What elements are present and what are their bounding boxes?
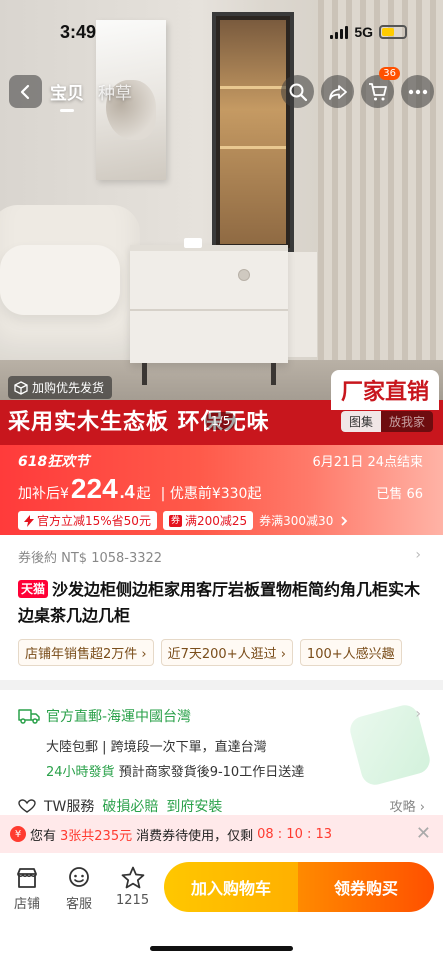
price-row: 加补后¥ 224 .4 起 | 优惠前¥330起 (18, 473, 261, 505)
shipping-header: 官方直郵-海運中國台灣 (18, 706, 191, 726)
price-main: 224 (70, 473, 118, 504)
lightning-icon (24, 514, 34, 527)
star-icon (121, 866, 144, 889)
reminder-count: 3张共235元 (60, 828, 133, 844)
coupon-threshold-label: 满200减25 (184, 514, 248, 528)
shipping-eta: 預計商家發貨後9-10工作日送達 (118, 765, 305, 780)
home-indicator (150, 946, 293, 951)
reminder-middle: 消费券待使用，仅剩 (136, 828, 254, 844)
tab-item[interactable]: 宝贝 (50, 79, 84, 112)
ticket-icon: 券 (168, 514, 182, 527)
battery-icon (379, 25, 407, 39)
tab-seed[interactable]: 种草 (98, 79, 132, 104)
priority-shipping-tag: 加购优先发货 (8, 376, 113, 399)
store-stat-chips: 店铺年销售超2万件 › 近7天200+人逛过 › 100+人感兴趣 (18, 639, 402, 666)
side-cabinet (130, 245, 288, 385)
shipping-line-1: 大陸包郵 | 跨境段一次下單，直達台灣 (46, 740, 267, 755)
product-info-card: 券後約 NT$ 1058-3322 › 天猫 沙发边柜侧边柜家用客厅岩板置物柜简约… (0, 535, 443, 680)
search-button[interactable] (281, 75, 314, 108)
tw-damage-guarantee: 破損必賠 (102, 799, 159, 815)
status-icons: 5G (330, 24, 407, 40)
sofa (0, 205, 140, 370)
add-to-cart-button[interactable]: 加入购物车 (164, 862, 298, 912)
cart-button[interactable]: 36 (361, 67, 400, 108)
buy-with-coupon-button[interactable]: 领券购买 (298, 862, 434, 912)
bottom-action-bar: 店铺 客服 1215 加入购物车 领券购买 (0, 853, 443, 960)
original-price: | 优惠前¥330起 (160, 486, 262, 502)
heart-icon (18, 799, 36, 813)
close-icon[interactable]: ✕ (416, 823, 431, 844)
store-icon (17, 868, 37, 888)
chevron-right-icon: › (415, 547, 421, 563)
shipping-fast-label: 24小時發貨 (46, 765, 115, 780)
back-button[interactable] (9, 75, 42, 108)
factory-direct-badge: 厂家直销 (330, 370, 439, 410)
share-button[interactable] (321, 75, 354, 108)
coupon-tail: 券满300减30 (259, 514, 334, 528)
share-icon (328, 84, 347, 100)
gallery-tab-room[interactable]: 放我家 (381, 411, 433, 432)
service-label: 客服 (66, 897, 93, 912)
favorite-count: 1215 (116, 893, 150, 908)
reminder-prefix: 您有 (30, 828, 57, 844)
price-prefix: 加补后¥ (18, 486, 69, 502)
shipping-header-label: 官方直郵-海運中國台灣 (46, 709, 192, 725)
search-icon (289, 83, 307, 101)
shipping-card[interactable]: 官方直郵-海運中國台灣 › 大陸包郵 | 跨境段一次下單，直達台灣 24小時發貨… (0, 690, 443, 815)
more-icon (408, 89, 427, 94)
cart-count-badge: 36 (379, 67, 400, 80)
favorite-button[interactable]: 1215 (116, 865, 149, 908)
tw-service-label: TW服務 (44, 799, 95, 815)
chevron-left-icon (20, 84, 29, 99)
product-title-text: 沙发边柜侧边柜家用客厅岩板置物柜简约角几柜实木边桌茶几边几柜 (18, 580, 421, 625)
network-label: 5G (354, 24, 373, 40)
gallery-switch: 图集 放我家 (340, 411, 433, 432)
sold-count: 已售 66 (376, 487, 423, 502)
reminder-countdown: 08 : 10 : 13 (257, 826, 333, 842)
gallery-tab-images[interactable]: 图集 (340, 411, 381, 432)
status-time: 3:49 (60, 22, 97, 42)
promo-price-block: 618狂欢节 6月21日 24点结束 加补后¥ 224 .4 起 | 优惠前¥3… (0, 445, 443, 535)
customer-service-button[interactable]: 客服 (66, 865, 92, 912)
chip-interested[interactable]: 100+人感兴趣 (299, 639, 402, 666)
price-decimal: .4 (119, 482, 135, 502)
nav-tabs: 宝贝 种草 (50, 79, 132, 112)
coupon-reminder-bar[interactable]: ¥ 您有 3张共235元 消费券待使用，仅剩 08 : 10 : 13 ✕ (0, 815, 443, 853)
page-indicator: 1/5 (205, 412, 237, 430)
cart-icon (368, 82, 387, 100)
box-icon (14, 380, 28, 395)
estimated-price[interactable]: 券後約 NT$ 1058-3322 (18, 547, 162, 566)
coupon-threshold[interactable]: 券 满200减25 (162, 511, 254, 530)
event-end-time: 6月21日 24点结束 (312, 455, 424, 470)
chevron-right-icon (341, 515, 348, 526)
priority-tag-label: 加购优先发货 (32, 381, 105, 395)
coupon-official-label: 官方立减15%省50元 (37, 514, 151, 528)
chip-recent-visits[interactable]: 近7天200+人逛过 › (160, 639, 293, 666)
tw-guide-link[interactable]: 攻略 › (390, 796, 425, 815)
signal-icon (330, 25, 349, 39)
tmall-tag: 天猫 (18, 580, 49, 598)
more-button[interactable] (401, 75, 434, 108)
store-button[interactable]: 店铺 (14, 865, 40, 912)
glass-cabinet (212, 12, 294, 252)
store-label: 店铺 (14, 897, 41, 912)
coupon-row[interactable]: 官方立减15%省50元 券 满200减25 券满300减30 (18, 511, 433, 530)
truck-icon (18, 709, 40, 724)
coupon-official[interactable]: 官方立减15%省50元 (18, 511, 157, 530)
chevron-right-icon: › (415, 706, 421, 722)
chip-annual-sales[interactable]: 店铺年销售超2万件 › (18, 639, 154, 666)
price-suffix: 起 (136, 486, 151, 502)
tw-service-row[interactable]: TW服務 破損必賠 到府安裝 (18, 796, 222, 815)
shipping-line-2: 24小時發貨 預計商家發貨後9-10工作日送達 (46, 761, 304, 780)
tw-install: 到府安裝 (166, 799, 223, 815)
product-title: 天猫 沙发边柜侧边柜家用客厅岩板置物柜简约角几柜实木边桌茶几边几柜 (18, 577, 423, 629)
yen-icon: ¥ (10, 826, 26, 842)
cup (184, 238, 202, 248)
chat-icon (69, 867, 89, 887)
event-label: 618狂欢节 (18, 454, 90, 470)
